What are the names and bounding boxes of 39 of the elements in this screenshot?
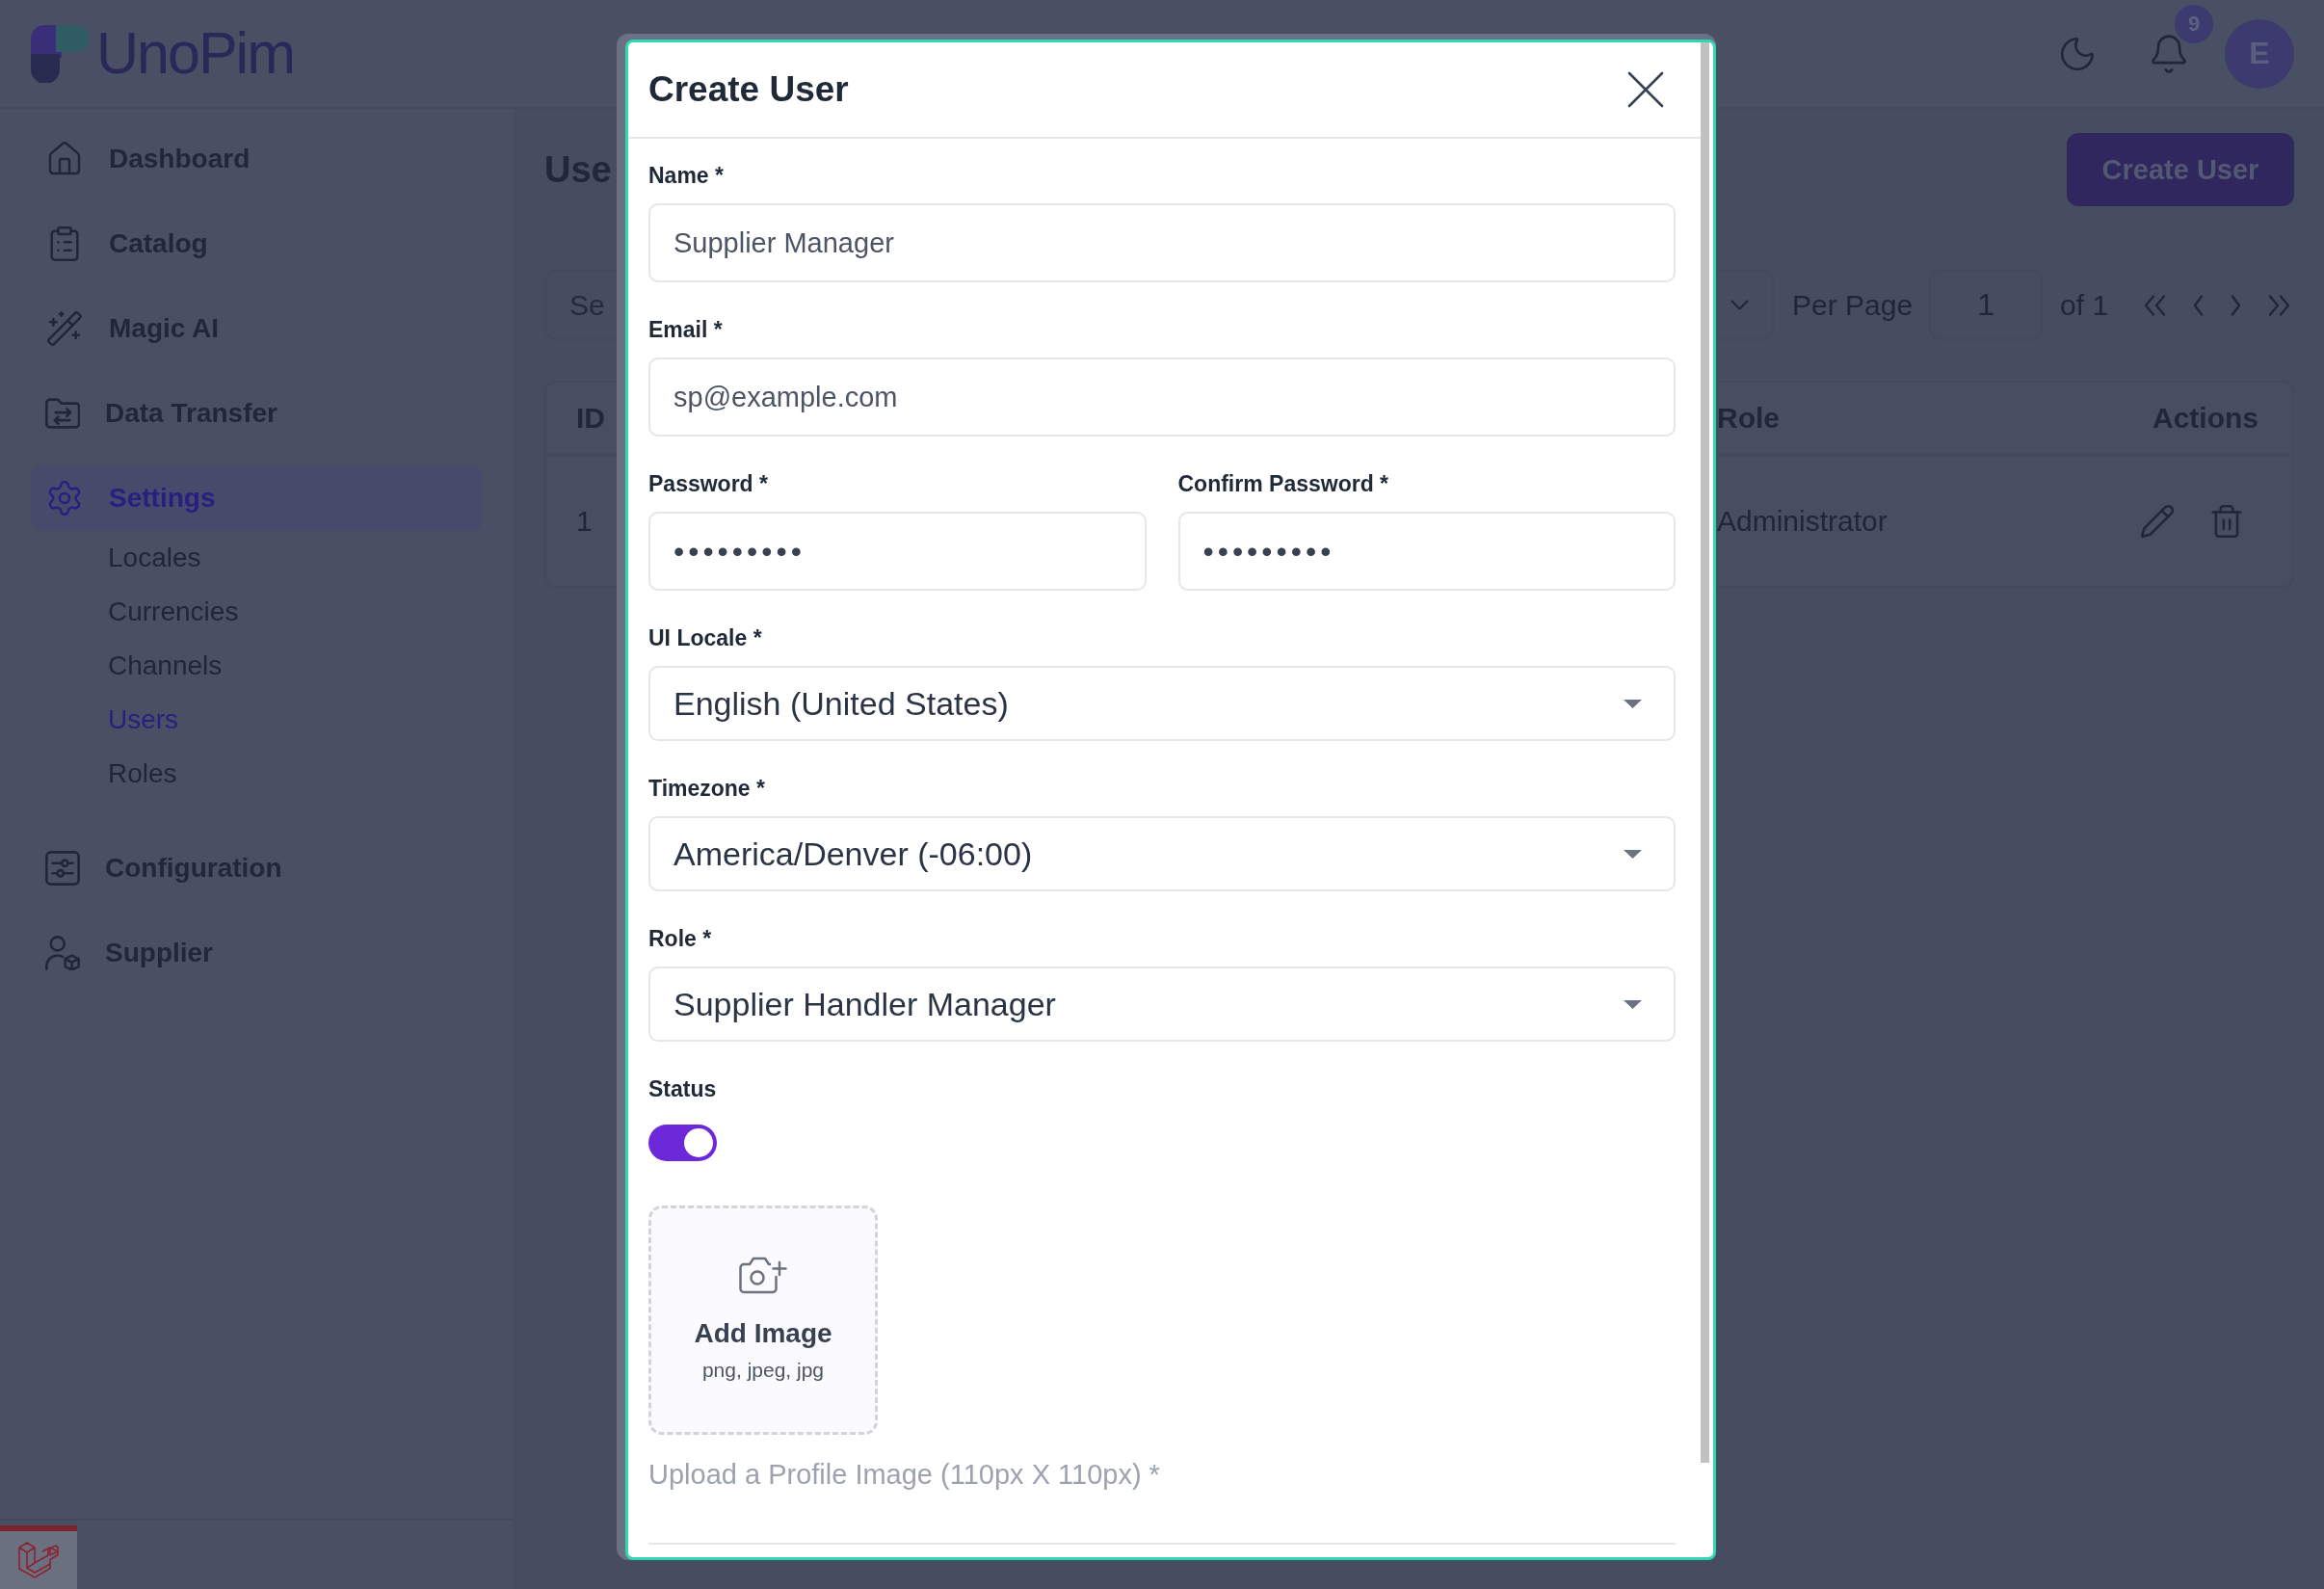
logo-mark-icon	[31, 24, 89, 83]
select-field[interactable]: English (United States)	[648, 666, 1676, 741]
field-label: Email *	[648, 316, 724, 343]
upload-hint-text: Upload a Profile Image (110px X 110px) *	[648, 1458, 1160, 1491]
field-label: UI Locale *	[648, 624, 763, 651]
field-label: Timezone *	[648, 775, 766, 802]
password-field[interactable]: •••••••••	[648, 512, 1147, 591]
close-icon[interactable]	[1627, 71, 1664, 108]
camera-plus-icon	[739, 1257, 787, 1294]
caret-down-icon	[1624, 699, 1642, 708]
image-dropzone[interactable]: Add Image png, jpeg, jpg	[648, 1205, 878, 1435]
field-label: Name *	[648, 162, 725, 189]
select-field[interactable]: America/Denver (-06:00)	[648, 816, 1676, 891]
debugbar-button[interactable]	[0, 1525, 77, 1589]
trash-icon[interactable]	[2208, 502, 2245, 540]
select-field[interactable]: Supplier Handler Manager	[648, 967, 1676, 1042]
previous-page-icon[interactable]	[2193, 294, 2204, 316]
magic-wand-icon	[45, 309, 84, 348]
field-label: Status	[648, 1075, 717, 1102]
stacked-cubes-icon	[17, 1541, 60, 1579]
last-page-icon[interactable]	[2268, 294, 2290, 316]
field-label: Password *	[648, 470, 769, 497]
sliders-icon	[45, 851, 80, 886]
first-page-icon[interactable]	[2144, 294, 2166, 316]
next-page-icon[interactable]	[2231, 294, 2241, 316]
chevron-down-icon	[1730, 300, 1749, 310]
folder-arrows-icon	[45, 396, 80, 431]
caret-down-icon	[1624, 999, 1642, 1009]
caret-down-icon	[1624, 849, 1642, 859]
modal-title: Create User	[648, 69, 849, 110]
status-toggle[interactable]	[648, 1125, 717, 1161]
field-label: Confirm Password *	[1177, 470, 1390, 497]
password-field[interactable]: •••••••••	[1177, 512, 1676, 591]
text-field[interactable]: Supplier Manager	[648, 203, 1676, 282]
text-field[interactable]: sp@example.com	[648, 358, 1676, 437]
scrollbar-thumb[interactable]	[1701, 42, 1709, 1463]
user-box-icon	[45, 936, 80, 970]
pencil-icon[interactable]	[2139, 502, 2176, 540]
field-label: Role *	[648, 925, 713, 952]
